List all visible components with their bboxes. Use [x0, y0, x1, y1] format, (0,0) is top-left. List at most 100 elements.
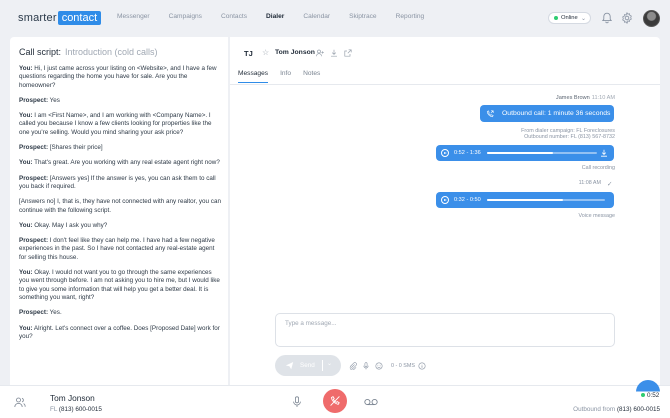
nav-item-contacts[interactable]: Contacts [221, 13, 247, 20]
send-button[interactable]: Send ⌄ [275, 355, 341, 376]
caller-phone: FL (813) 600-0015 [50, 406, 102, 413]
script-line: Prospect: [Answers yes] If the answer is… [19, 175, 221, 192]
script-text: [Answers no] I, that is, they have not c… [19, 198, 221, 214]
logo-word-smarter: smarter [18, 12, 57, 24]
tab-info[interactable]: Info [280, 70, 291, 83]
recording-time: 0:52 - 1:36 [454, 150, 481, 156]
message-sender: James Brown 11:10 AM [556, 95, 615, 101]
voicemail-progress[interactable] [487, 199, 605, 201]
user-avatar[interactable] [643, 10, 660, 27]
script-line: Prospect: Yes. [19, 309, 221, 317]
script-title: Call script: [19, 47, 62, 57]
script-text: Yes [48, 96, 60, 104]
phone-outgoing-icon [486, 109, 494, 117]
outbound-number: (813) 600-0015 [616, 406, 660, 413]
voicemail-label: Voice message [578, 213, 615, 219]
gear-icon[interactable] [621, 12, 633, 24]
recording-progress[interactable] [487, 152, 597, 154]
voice-message-player[interactable]: 0:32 - 0:50 [436, 192, 614, 208]
conversation-tabs: Messages Info Notes [238, 70, 332, 83]
emoji-icon[interactable] [375, 362, 383, 370]
script-text: Alright. Let's connect over a coffee. Do… [19, 324, 220, 340]
conversation-panel: TJ ☆ Tom Jonson Messages Info Notes James … [230, 37, 660, 385]
script-line: Prospect: Yes [19, 97, 221, 105]
script-text: Okay. May I ask you why? [32, 221, 108, 229]
script-text: [Shares their price] [48, 144, 103, 152]
message-composer[interactable]: Type a message... [275, 313, 615, 347]
script-speaker: Prospect: [19, 174, 49, 182]
tab-messages[interactable]: Messages [238, 70, 269, 83]
nav-item-skiptrace[interactable]: Skiptrace [349, 13, 377, 20]
call-script-panel: Call script: Introduction (cold calls) Yo… [10, 37, 228, 385]
phone-off-icon [330, 395, 340, 406]
script-text: [Answers yes] If the answer is yes, you … [19, 174, 216, 190]
script-speaker: You: [19, 159, 33, 167]
nav-menu: Messenger Campaigns Contacts Dialer Calendar… [117, 13, 443, 20]
play-icon[interactable] [441, 196, 449, 204]
script-speaker: You: [19, 221, 33, 229]
external-link-icon[interactable] [344, 49, 352, 57]
checkmark-icon: ✓ [607, 181, 613, 188]
script-subtitle: Introduction (cold calls) [65, 47, 158, 57]
send-icon [285, 362, 294, 370]
script-speaker: You: [19, 324, 33, 332]
microphone-icon[interactable] [362, 362, 370, 370]
script-speaker: You: [19, 65, 33, 72]
script-line: You: Alright. Let's connect over a coffe… [19, 325, 221, 342]
call-timer: 0:52 [641, 392, 659, 399]
play-icon[interactable] [441, 149, 449, 157]
logo-word-contact: contact [57, 11, 102, 25]
status-dropdown[interactable]: Online ⌄ [548, 12, 591, 24]
script-line: You: I am <First Name>, and I am working… [19, 112, 221, 137]
contact-initials: TJ [244, 49, 253, 58]
live-indicator [641, 393, 645, 397]
voicemail-progress-fill [487, 199, 563, 201]
chevron-down-icon[interactable]: ⌄ [327, 360, 332, 367]
hang-up-button[interactable] [323, 389, 347, 413]
info-icon[interactable] [418, 362, 426, 370]
download-icon[interactable] [330, 49, 338, 57]
star-icon[interactable]: ☆ [262, 48, 269, 57]
sms-counter: 0 - 0 SMS [391, 363, 415, 369]
nav-item-campaigns[interactable]: Campaigns [169, 13, 202, 20]
outbound-prefix: Outbound from [573, 406, 617, 413]
script-speaker: Prospect: [19, 309, 49, 317]
outbound-call-bubble[interactable]: Outbound call: 1 minute 36 seconds [480, 105, 614, 122]
script-text: Yes. [48, 309, 62, 317]
contact-name: Tom Jonson [275, 49, 315, 56]
online-indicator [554, 16, 558, 20]
tab-notes[interactable]: Notes [303, 70, 320, 83]
recording-label: Call recording [581, 165, 615, 171]
nav-item-messenger[interactable]: Messenger [117, 13, 150, 20]
sender-name: James Brown [555, 95, 590, 101]
outbound-call-text: Outbound call: 1 minute 36 seconds [502, 110, 611, 117]
mute-microphone-icon[interactable] [292, 396, 302, 408]
nav-item-calendar[interactable]: Calendar [303, 13, 330, 20]
nav-item-reporting[interactable]: Reporting [396, 13, 425, 20]
contacts-icon[interactable] [14, 397, 26, 408]
script-body: You: Hi, I just came across your listing… [19, 65, 221, 348]
voicemail-icon[interactable] [364, 398, 378, 406]
add-person-icon[interactable] [316, 49, 324, 57]
app-logo[interactable]: smarter contact [18, 11, 102, 25]
call-bar: Tom Jonson FL (813) 600-0015 0:52 Outbou… [0, 385, 670, 418]
script-text: Hi, I just came across your listing on <… [19, 65, 217, 89]
attachment-icon[interactable] [349, 362, 357, 370]
bell-icon[interactable] [601, 12, 613, 24]
status-label: Online [561, 15, 578, 21]
send-label: Send [300, 362, 315, 369]
message-placeholder: Type a message... [285, 320, 337, 327]
chevron-down-icon: ⌄ [580, 16, 586, 22]
script-text: Okay. I would not want you to go through… [19, 269, 220, 301]
caller-number: (813) 600-0015 [57, 406, 102, 413]
recording-progress-fill [487, 152, 553, 154]
tabs-divider [230, 84, 660, 85]
voicemail-time: 11:08 AM [578, 180, 601, 186]
call-recording-player[interactable]: 0:52 - 1:36 [436, 145, 614, 161]
script-line: Prospect: I don't feel like they can hel… [19, 237, 221, 262]
script-text: I am <First Name>, and I am working with… [19, 112, 212, 136]
script-speaker: Prospect: [19, 96, 49, 104]
nav-item-dialer[interactable]: Dialer [266, 13, 284, 20]
download-icon[interactable] [600, 149, 608, 157]
script-line: [Answers no] I, that is, they have not c… [19, 198, 221, 215]
